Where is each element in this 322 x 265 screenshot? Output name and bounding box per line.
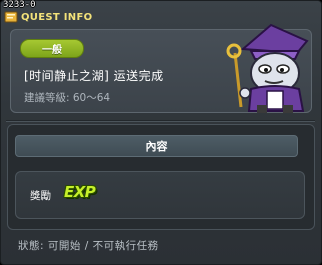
section-divider bbox=[6, 120, 315, 122]
exp-reward-icon[interactable]: EXP bbox=[64, 183, 96, 201]
quest-type-badge: 一般 bbox=[20, 39, 84, 58]
npc-character-icon bbox=[226, 23, 309, 113]
recommended-level: 建議等級: 60～64 bbox=[24, 92, 111, 104]
quest-book-icon bbox=[4, 11, 18, 23]
quest-name: [时间静止之湖] 运送完成 bbox=[24, 69, 164, 83]
content-tab[interactable]: 內容 bbox=[15, 135, 298, 157]
window-title: QUEST INFO bbox=[21, 11, 93, 23]
reward-label: 獎勵 bbox=[30, 190, 51, 202]
quest-status: 狀態: 可開始 / 不可執行任務 bbox=[18, 240, 159, 252]
reward-box bbox=[15, 171, 305, 219]
